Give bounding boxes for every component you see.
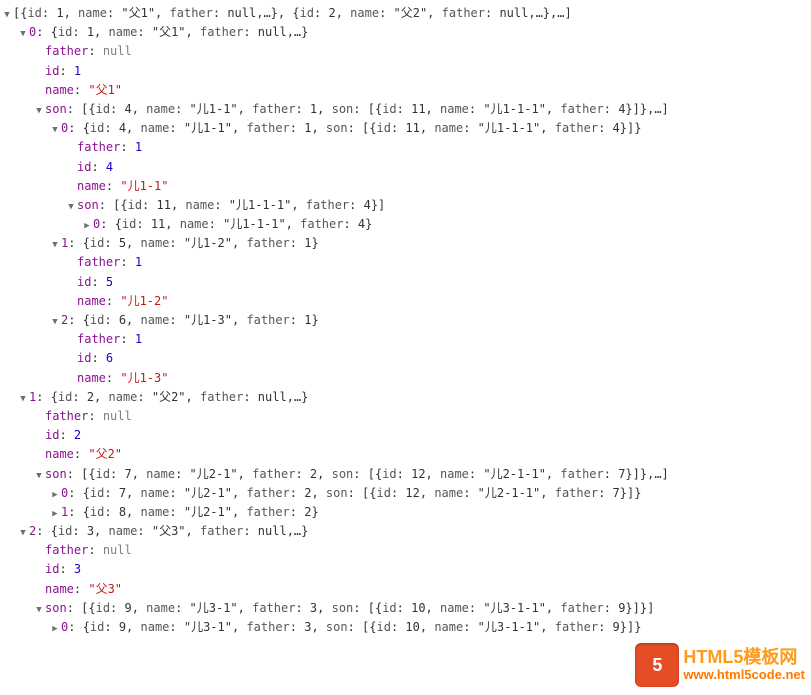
disclosure-open-icon[interactable]: ▼ [18,27,28,41]
tree-row-content: father: null [45,409,132,423]
tree-row[interactable]: name: "父2" [0,445,811,464]
tree-row[interactable]: ▼0: {id: 4, name: "儿1-1", father: 1, son… [0,119,811,138]
tree-row-content: name: "儿1-3" [77,371,168,385]
tree-row-content: son: [{id: 11, name: "儿1-1-1", father: 4… [77,198,385,212]
tree-row-content: father: null [45,543,132,557]
html5-badge-icon: 5 [635,643,679,687]
tree-row-content: father: 1 [77,255,142,269]
tree-row-content: 2: {id: 3, name: "父3", father: null,…} [29,524,308,538]
disclosure-open-icon[interactable]: ▼ [66,200,76,214]
disclosure-closed-icon[interactable]: ▶ [50,622,60,636]
tree-row-content: 1: {id: 2, name: "父2", father: null,…} [29,390,308,404]
tree-row[interactable]: ▼son: [{id: 9, name: "儿3-1", father: 3, … [0,599,811,618]
tree-row-content: 2: {id: 6, name: "儿1-3", father: 1} [61,313,319,327]
tree-row-content: name: "父2" [45,447,122,461]
tree-row[interactable]: name: "儿1-1" [0,177,811,196]
tree-row[interactable]: id: 1 [0,62,811,81]
tree-row-content: son: [{id: 9, name: "儿3-1", father: 3, s… [45,601,654,615]
tree-row[interactable]: ▼1: {id: 5, name: "儿1-2", father: 1} [0,234,811,253]
disclosure-closed-icon[interactable]: ▶ [50,507,60,521]
tree-row[interactable]: ▼son: [{id: 4, name: "儿1-1", father: 1, … [0,100,811,119]
disclosure-open-icon[interactable]: ▼ [34,603,44,617]
tree-row[interactable]: ▼[{id: 1, name: "父1", father: null,…}, {… [0,4,811,23]
disclosure-open-icon[interactable]: ▼ [2,8,12,22]
tree-row-content: id: 1 [45,64,81,78]
disclosure-closed-icon[interactable]: ▶ [82,219,92,233]
disclosure-open-icon[interactable]: ▼ [18,392,28,406]
disclosure-closed-icon[interactable]: ▶ [50,488,60,502]
tree-row[interactable]: name: "儿1-2" [0,292,811,311]
tree-row[interactable]: father: 1 [0,253,811,272]
tree-row[interactable]: father: null [0,541,811,560]
tree-row-content: name: "儿1-1" [77,179,168,193]
tree-row-content: name: "父3" [45,582,122,596]
tree-row[interactable]: id: 4 [0,158,811,177]
tree-row-content: father: null [45,44,132,58]
disclosure-open-icon[interactable]: ▼ [50,238,60,252]
tree-row[interactable]: ▼son: [{id: 7, name: "儿2-1", father: 2, … [0,465,811,484]
tree-row-content: name: "儿1-2" [77,294,168,308]
disclosure-open-icon[interactable]: ▼ [34,104,44,118]
tree-row[interactable]: name: "父1" [0,81,811,100]
tree-row-content: 0: {id: 9, name: "儿3-1", father: 3, son:… [61,620,641,634]
tree-row-content: id: 6 [77,351,113,365]
tree-row-content: father: 1 [77,332,142,346]
tree-row[interactable]: ▼1: {id: 2, name: "父2", father: null,…} [0,388,811,407]
tree-row-content: 0: {id: 7, name: "儿2-1", father: 2, son:… [61,486,641,500]
disclosure-open-icon[interactable]: ▼ [18,526,28,540]
tree-row-content: id: 3 [45,562,81,576]
watermark-line1: HTML5模板网 [683,647,805,668]
tree-row[interactable]: name: "父3" [0,580,811,599]
tree-row[interactable]: ▼2: {id: 6, name: "儿1-3", father: 1} [0,311,811,330]
watermark-text: HTML5模板网 www.html5code.net [683,647,805,683]
tree-row[interactable]: name: "儿1-3" [0,369,811,388]
tree-row-content: id: 2 [45,428,81,442]
watermark-line2: www.html5code.net [683,668,805,683]
tree-row[interactable]: father: 1 [0,138,811,157]
tree-row[interactable]: father: null [0,42,811,61]
tree-row[interactable]: id: 3 [0,560,811,579]
tree-row-content: 0: {id: 4, name: "儿1-1", father: 1, son:… [61,121,641,135]
tree-row-content: name: "父1" [45,83,122,97]
tree-row-content: 0: {id: 11, name: "儿1-1-1", father: 4} [93,217,372,231]
tree-row-content: id: 5 [77,275,113,289]
console-tree: ▼[{id: 1, name: "父1", father: null,…}, {… [0,4,811,637]
watermark: 5 HTML5模板网 www.html5code.net [635,641,805,689]
disclosure-open-icon[interactable]: ▼ [34,469,44,483]
disclosure-open-icon[interactable]: ▼ [50,315,60,329]
tree-row[interactable]: ▶1: {id: 8, name: "儿2-1", father: 2} [0,503,811,522]
tree-row-content: son: [{id: 4, name: "儿1-1", father: 1, s… [45,102,669,116]
tree-row[interactable]: ▼son: [{id: 11, name: "儿1-1-1", father: … [0,196,811,215]
tree-row[interactable]: father: 1 [0,330,811,349]
tree-row-content: 1: {id: 5, name: "儿1-2", father: 1} [61,236,319,250]
disclosure-open-icon[interactable]: ▼ [50,123,60,137]
tree-row[interactable]: id: 2 [0,426,811,445]
tree-row-content: father: 1 [77,140,142,154]
tree-row-content: son: [{id: 7, name: "儿2-1", father: 2, s… [45,467,669,481]
tree-row[interactable]: ▶0: {id: 7, name: "儿2-1", father: 2, son… [0,484,811,503]
tree-row-content: 1: {id: 8, name: "儿2-1", father: 2} [61,505,319,519]
tree-row[interactable]: id: 6 [0,349,811,368]
tree-row-content: id: 4 [77,160,113,174]
tree-row-content: 0: {id: 1, name: "父1", father: null,…} [29,25,308,39]
tree-row[interactable]: ▶0: {id: 11, name: "儿1-1-1", father: 4} [0,215,811,234]
tree-row[interactable]: id: 5 [0,273,811,292]
tree-row[interactable]: ▼0: {id: 1, name: "父1", father: null,…} [0,23,811,42]
tree-row-content: [{id: 1, name: "父1", father: null,…}, {i… [13,6,572,20]
tree-row[interactable]: ▶0: {id: 9, name: "儿3-1", father: 3, son… [0,618,811,637]
tree-row[interactable]: father: null [0,407,811,426]
tree-row[interactable]: ▼2: {id: 3, name: "父3", father: null,…} [0,522,811,541]
